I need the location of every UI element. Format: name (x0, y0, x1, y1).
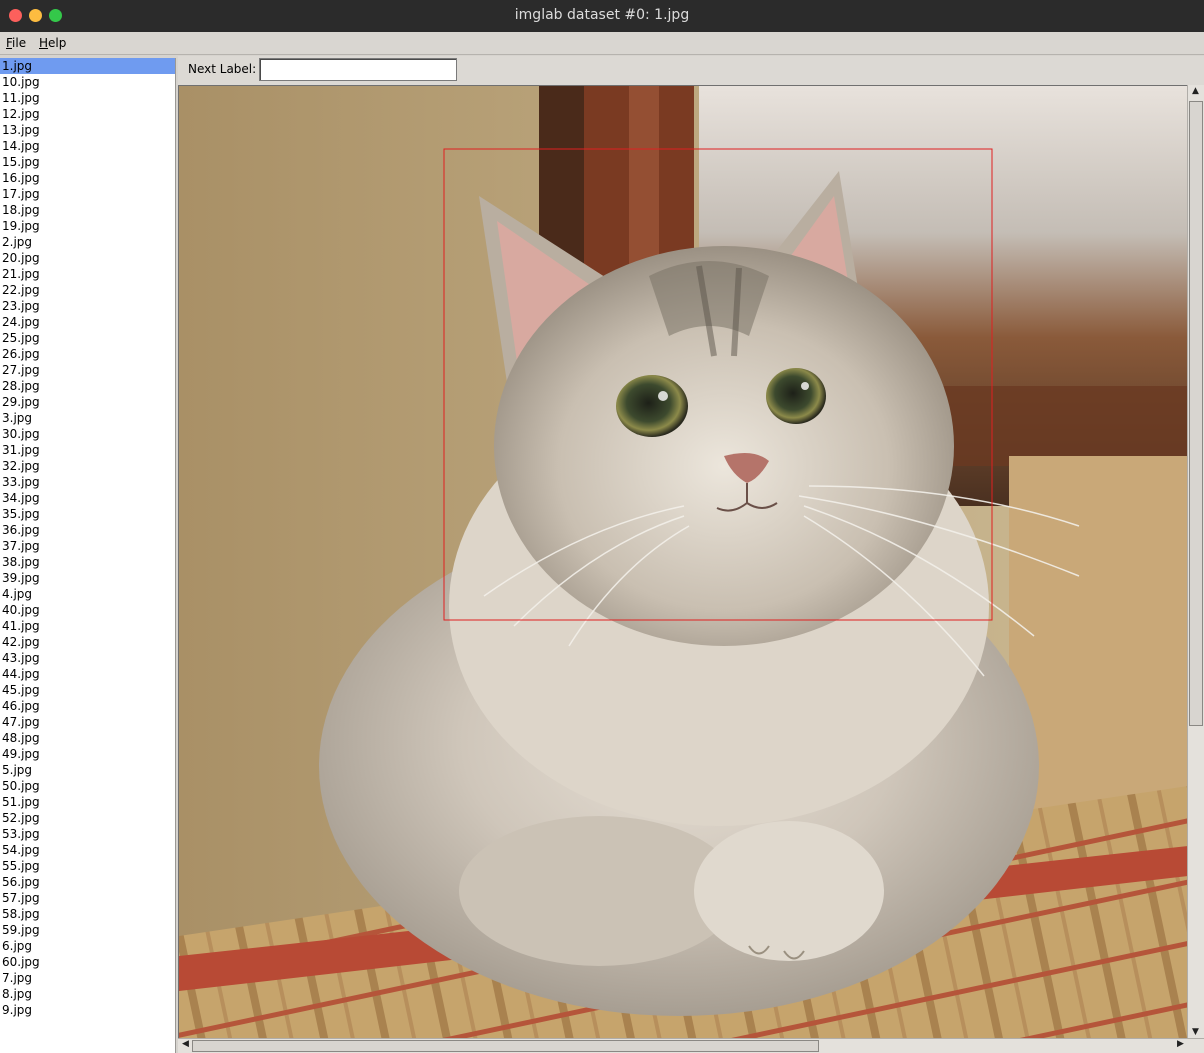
file-list-item[interactable]: 59.jpg (0, 922, 175, 938)
file-list-item[interactable]: 5.jpg (0, 762, 175, 778)
file-list-item[interactable]: 28.jpg (0, 378, 175, 394)
file-list-item[interactable]: 31.jpg (0, 442, 175, 458)
file-list-item[interactable]: 7.jpg (0, 970, 175, 986)
file-list-item[interactable]: 6.jpg (0, 938, 175, 954)
file-list-item[interactable]: 4.jpg (0, 586, 175, 602)
file-list-item[interactable]: 24.jpg (0, 314, 175, 330)
file-list-item[interactable]: 36.jpg (0, 522, 175, 538)
file-list-item[interactable]: 20.jpg (0, 250, 175, 266)
horizontal-scrollbar[interactable]: ◀ ▶ (178, 1038, 1204, 1053)
file-list-item[interactable]: 27.jpg (0, 362, 175, 378)
file-list-item[interactable]: 8.jpg (0, 986, 175, 1002)
file-list-item[interactable]: 14.jpg (0, 138, 175, 154)
file-list-item[interactable]: 19.jpg (0, 218, 175, 234)
file-list-item[interactable]: 44.jpg (0, 666, 175, 682)
file-list-item[interactable]: 52.jpg (0, 810, 175, 826)
file-list-item[interactable]: 12.jpg (0, 106, 175, 122)
file-list-item[interactable]: 3.jpg (0, 410, 175, 426)
file-list-item[interactable]: 9.jpg (0, 1002, 175, 1018)
menu-bar: File Help (0, 32, 1204, 55)
file-list-item[interactable]: 57.jpg (0, 890, 175, 906)
file-list-item[interactable]: 23.jpg (0, 298, 175, 314)
scroll-right-arrow-icon[interactable]: ▶ (1173, 1039, 1188, 1049)
file-list-item[interactable]: 54.jpg (0, 842, 175, 858)
file-list-item[interactable]: 60.jpg (0, 954, 175, 970)
file-list-item[interactable]: 11.jpg (0, 90, 175, 106)
file-list-item[interactable]: 30.jpg (0, 426, 175, 442)
file-list-item[interactable]: 41.jpg (0, 618, 175, 634)
file-list[interactable]: 1.jpg 10.jpg 11.jpg 12.jpg 13.jpg 14.jpg 15.jp… (0, 58, 176, 1053)
file-list-item[interactable]: 56.jpg (0, 874, 175, 890)
scroll-down-arrow-icon[interactable]: ▼ (1188, 1027, 1203, 1037)
file-list-item[interactable]: 32.jpg (0, 458, 175, 474)
menu-help[interactable]: Help (39, 36, 66, 50)
file-list-item[interactable]: 35.jpg (0, 506, 175, 522)
file-list-item[interactable]: 43.jpg (0, 650, 175, 666)
file-list-item[interactable]: 18.jpg (0, 202, 175, 218)
horizontal-scroll-thumb[interactable] (192, 1040, 819, 1052)
scroll-up-arrow-icon[interactable]: ▲ (1188, 86, 1203, 96)
file-list-item[interactable]: 51.jpg (0, 794, 175, 810)
file-list-item[interactable]: 33.jpg (0, 474, 175, 490)
file-list-item[interactable]: 48.jpg (0, 730, 175, 746)
window-title: imglab dataset #0: 1.jpg (514, 7, 690, 23)
file-list-item[interactable]: 39.jpg (0, 570, 175, 586)
scroll-left-arrow-icon[interactable]: ◀ (178, 1039, 193, 1049)
vertical-scrollbar[interactable]: ▲ ▼ (1187, 85, 1204, 1038)
file-list-item[interactable]: 15.jpg (0, 154, 175, 170)
file-list-item[interactable]: 10.jpg (0, 74, 175, 90)
file-list-item[interactable]: 46.jpg (0, 698, 175, 714)
file-list-item[interactable]: 16.jpg (0, 170, 175, 186)
file-list-item[interactable]: 21.jpg (0, 266, 175, 282)
image-canvas[interactable] (178, 85, 1187, 1038)
file-list-item[interactable]: 42.jpg (0, 634, 175, 650)
file-list-item[interactable]: 26.jpg (0, 346, 175, 362)
file-list-item[interactable]: 40.jpg (0, 602, 175, 618)
file-list-item[interactable]: 47.jpg (0, 714, 175, 730)
file-list-item[interactable]: 13.jpg (0, 122, 175, 138)
next-label-input[interactable] (259, 58, 457, 81)
file-list-item[interactable]: 34.jpg (0, 490, 175, 506)
file-list-item[interactable]: 1.jpg (0, 58, 175, 74)
file-list-item[interactable]: 55.jpg (0, 858, 175, 874)
file-list-item[interactable]: 45.jpg (0, 682, 175, 698)
file-list-item[interactable]: 37.jpg (0, 538, 175, 554)
file-list-item[interactable]: 50.jpg (0, 778, 175, 794)
cat-photo (179, 86, 1187, 1038)
file-list-item[interactable]: 49.jpg (0, 746, 175, 762)
file-list-item[interactable]: 22.jpg (0, 282, 175, 298)
next-label-caption: Next Label: (188, 62, 257, 76)
file-list-item[interactable]: 29.jpg (0, 394, 175, 410)
file-list-item[interactable]: 58.jpg (0, 906, 175, 922)
file-list-item[interactable]: 53.jpg (0, 826, 175, 842)
file-list-item[interactable]: 17.jpg (0, 186, 175, 202)
vertical-scroll-thumb[interactable] (1189, 101, 1203, 726)
toolbar: Next Label: (178, 56, 1204, 85)
file-list-item[interactable]: 2.jpg (0, 234, 175, 250)
file-list-item[interactable]: 38.jpg (0, 554, 175, 570)
file-list-item[interactable]: 25.jpg (0, 330, 175, 346)
title-bar: imglab dataset #0: 1.jpg (0, 0, 1204, 32)
menu-file[interactable]: File (6, 36, 26, 50)
